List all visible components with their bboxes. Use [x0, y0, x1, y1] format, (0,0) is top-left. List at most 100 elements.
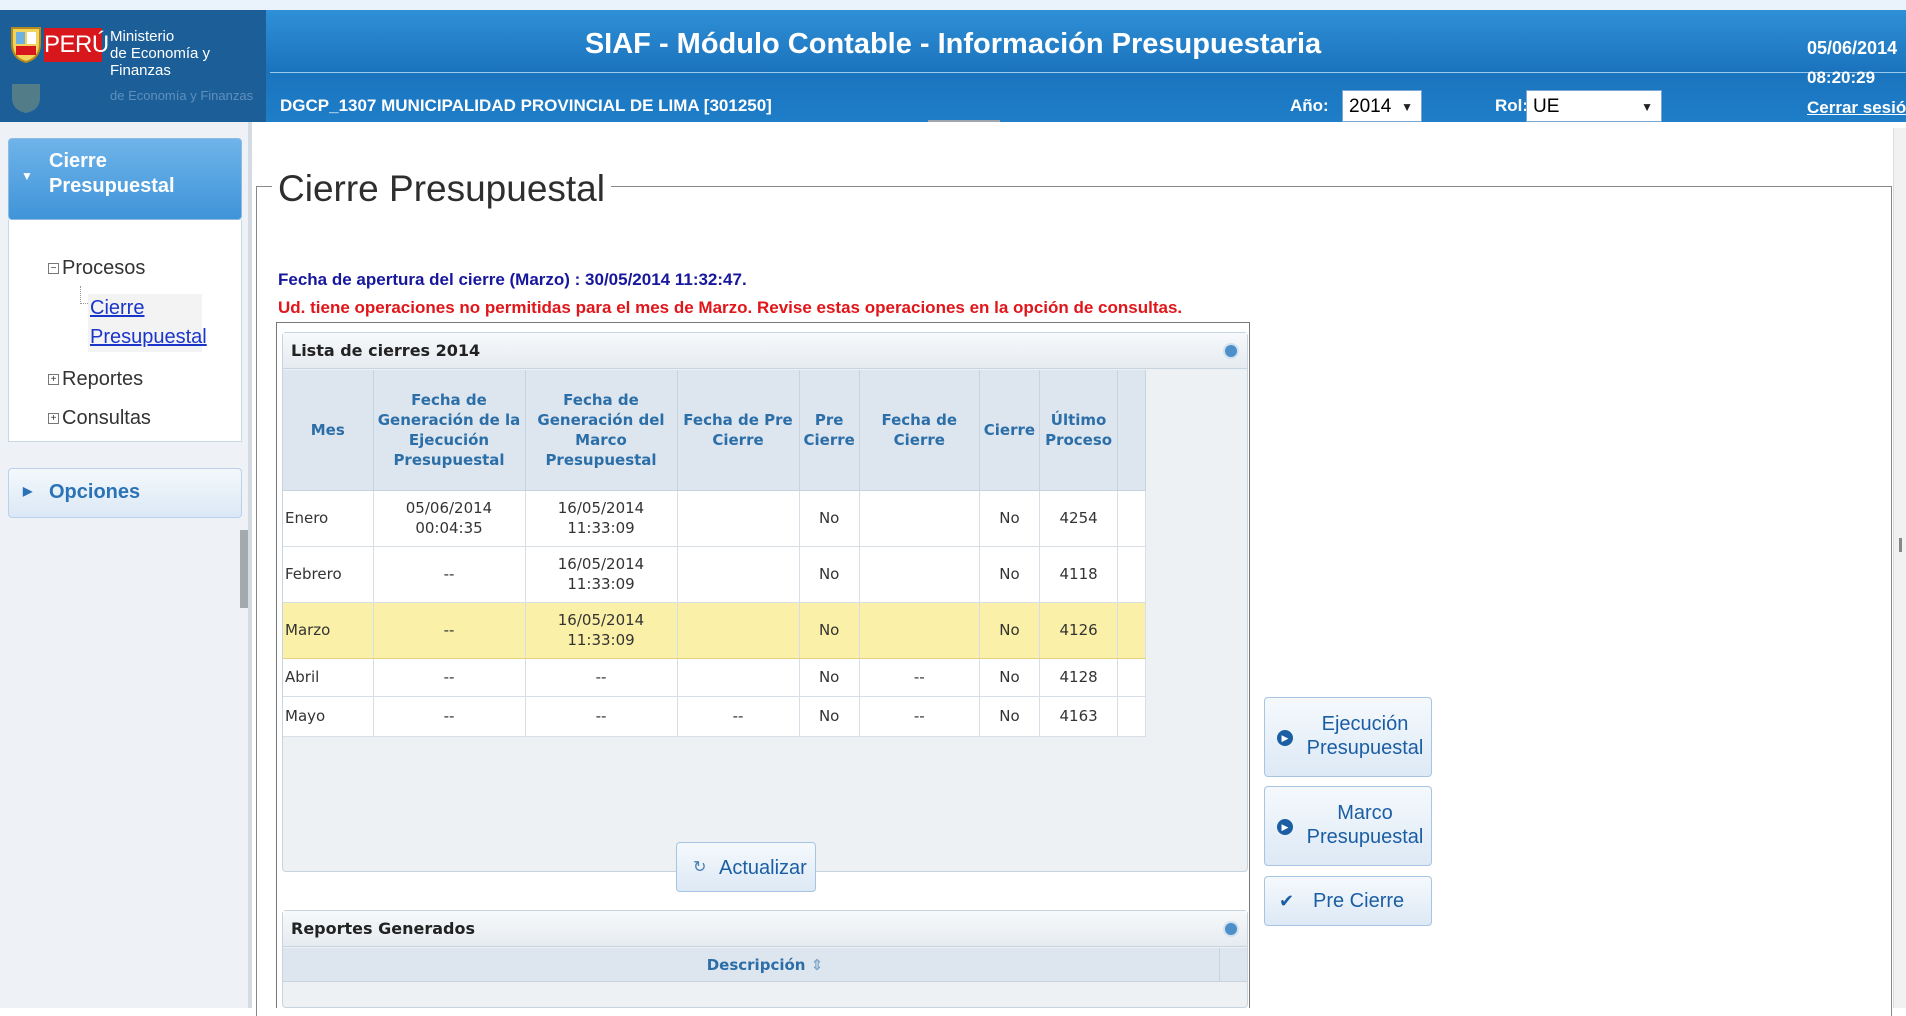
- cierres-panel: Lista de cierres 2014 Mes Fecha de Gener…: [282, 332, 1248, 872]
- cierres-table: Mes Fecha de Generación de la Ejecución …: [283, 370, 1147, 737]
- cell-cierre: No: [979, 490, 1041, 547]
- chevron-down-icon: ▼: [1401, 100, 1413, 114]
- table-row[interactable]: Abril -- -- No -- No 4128: [283, 658, 1147, 697]
- tree-node-procesos[interactable]: − Procesos: [48, 257, 145, 280]
- ejecucion-label-line2: Presupuestal: [1306, 737, 1424, 759]
- cell-precierre: No: [799, 602, 860, 659]
- marco-label-line1: Marco: [1337, 802, 1393, 824]
- faded-shield-icon: [12, 84, 40, 113]
- logo-area: PERÚ Ministerio de Economía y Finanzas d…: [0, 10, 266, 122]
- cell-cierre: No: [979, 602, 1041, 659]
- cell-precierre: No: [799, 658, 860, 697]
- cell-spacer: [1117, 546, 1147, 603]
- reportes-panel-title: Reportes Generados: [283, 911, 1247, 947]
- tree-label-reportes: Reportes: [62, 368, 144, 390]
- rol-label: Rol:: [1495, 96, 1529, 115]
- year-label: Año:: [1290, 96, 1329, 115]
- tree-node-consultas[interactable]: + Consultas: [48, 407, 151, 430]
- scroll-thumb[interactable]: [1899, 538, 1902, 552]
- cell-fecha-precierre: [677, 490, 800, 547]
- col-spacer: [1117, 370, 1147, 491]
- sidebar: ▼ Cierre Presupuestal − Procesos Cierre P…: [0, 122, 252, 1008]
- cell-cierre: No: [979, 696, 1041, 737]
- col-fecha-cierre[interactable]: Fecha de Cierre: [859, 370, 980, 491]
- current-date: 05/06/2014: [1807, 38, 1898, 58]
- cierres-panel-title: Lista de cierres 2014: [283, 333, 1247, 369]
- cierres-panel-title-text: Lista de cierres 2014: [291, 341, 481, 360]
- collapse-icon[interactable]: [1223, 343, 1239, 359]
- tree-label-consultas: Consultas: [62, 407, 151, 429]
- cell-fecha-precierre: --: [677, 696, 800, 737]
- cell-fecha-marco: 16/05/2014 11:33:09: [525, 546, 678, 603]
- pre-cierre-button[interactable]: ✔ Pre Cierre: [1264, 876, 1432, 926]
- header-separator: [270, 72, 1906, 73]
- col-descripcion-label: Descripción: [706, 956, 806, 974]
- caret-down-icon: ▼: [21, 169, 33, 183]
- marco-label-line2: Presupuestal: [1306, 826, 1424, 848]
- cell-precierre: No: [799, 546, 860, 603]
- collapse-icon[interactable]: [1223, 921, 1239, 937]
- table-row[interactable]: Febrero -- 16/05/2014 11:33:09 No No 411…: [283, 546, 1147, 603]
- table-row[interactable]: Enero 05/06/2014 00:04:35 16/05/2014 11:…: [283, 490, 1147, 547]
- accordion-opciones[interactable]: ▶ Opciones: [8, 468, 242, 518]
- tree-item-cierre-presupuestal[interactable]: Cierre Presupuestal: [88, 294, 207, 352]
- table-row[interactable]: Mayo -- -- -- No -- No 4163: [283, 696, 1147, 737]
- table-row-selected[interactable]: Marzo -- 16/05/2014 11:33:09 No No 4126: [283, 602, 1147, 659]
- cell-fecha-marco: --: [525, 696, 678, 737]
- col-cierre[interactable]: Cierre: [979, 370, 1041, 491]
- reportes-panel-title-text: Reportes Generados: [291, 919, 475, 938]
- ejecucion-button-label: Ejecución Presupuestal: [1303, 712, 1427, 760]
- cell-cierre: No: [979, 546, 1041, 603]
- cell-fecha-marco: --: [525, 658, 678, 697]
- col-descripcion[interactable]: Descripción ⇕: [283, 948, 1247, 982]
- cell-spacer: [1117, 696, 1147, 737]
- collapse-node-icon[interactable]: −: [48, 263, 59, 275]
- play-circle-icon: ▶: [1277, 819, 1293, 835]
- marco-presupuestal-button[interactable]: ▶ Marco Presupuestal: [1264, 786, 1432, 866]
- update-button-label: Actualizar: [719, 857, 807, 879]
- expand-node-icon[interactable]: +: [48, 374, 59, 386]
- col-fecha-marco[interactable]: Fecha de Generación del Marco Presupuest…: [525, 370, 678, 491]
- update-button[interactable]: ↻ Actualizar: [676, 842, 816, 892]
- play-circle-icon: ▶: [1277, 730, 1293, 746]
- cell-fecha-cierre: [859, 490, 980, 547]
- cell-fecha-ejecucion: --: [373, 602, 526, 659]
- cell-precierre: No: [799, 696, 860, 737]
- col-fecha-precierre[interactable]: Fecha de Pre Cierre: [677, 370, 800, 491]
- cell-mes: Marzo: [283, 602, 374, 659]
- app-title: SIAF - Módulo Contable - Información Pre…: [584, 28, 1322, 60]
- vertical-scrollbar[interactable]: [1893, 128, 1906, 1008]
- chevron-down-icon: ▼: [1641, 100, 1653, 114]
- cell-fecha-cierre: --: [859, 696, 980, 737]
- year-select[interactable]: 2014 ▼: [1342, 90, 1422, 122]
- cell-fecha-cierre: [859, 602, 980, 659]
- accordion-cierre-label: Cierre Presupuestal: [49, 150, 175, 197]
- cell-cierre: No: [979, 658, 1041, 697]
- cell-fecha-precierre: [677, 546, 800, 603]
- tree-label-procesos: Procesos: [62, 257, 146, 279]
- col-ultimo-proceso[interactable]: Último Proceso: [1039, 370, 1119, 491]
- cell-fecha-marco: 16/05/2014 11:33:09: [525, 602, 678, 659]
- main-content: Cierre Presupuestal Fecha de apertura de…: [252, 122, 1906, 1016]
- top-strip: [0, 0, 1906, 10]
- accordion-cierre-presupuestal[interactable]: ▼ Cierre Presupuestal: [8, 138, 242, 220]
- col-mes[interactable]: Mes: [283, 370, 374, 491]
- cell-mes: Mayo: [283, 696, 374, 737]
- warning-message: Ud. tiene operaciones no permitidas para…: [278, 298, 1183, 317]
- sort-icon: ⇕: [810, 956, 824, 974]
- sidebar-splitter-handle[interactable]: [240, 530, 248, 608]
- col-precierre[interactable]: Pre Cierre: [799, 370, 860, 491]
- tree-node-reportes[interactable]: + Reportes: [48, 368, 143, 391]
- ejecucion-presupuestal-button[interactable]: ▶ Ejecución Presupuestal: [1264, 697, 1432, 777]
- col-fecha-ejecucion[interactable]: Fecha de Generación de la Ejecución Pres…: [373, 370, 526, 491]
- current-time: 08:20:29: [1807, 68, 1876, 87]
- opening-date-info: Fecha de apertura del cierre (Marzo) : 3…: [278, 270, 747, 289]
- cell-fecha-cierre: --: [859, 658, 980, 697]
- cell-fecha-ejecucion: --: [373, 696, 526, 737]
- table-header-row: Mes Fecha de Generación de la Ejecución …: [283, 370, 1147, 491]
- rol-select[interactable]: UE ▼: [1526, 90, 1662, 122]
- expand-node-icon[interactable]: +: [48, 413, 59, 425]
- cell-fecha-cierre: [859, 546, 980, 603]
- logout-link[interactable]: Cerrar sesión: [1807, 98, 1906, 118]
- cell-spacer: [1117, 602, 1147, 659]
